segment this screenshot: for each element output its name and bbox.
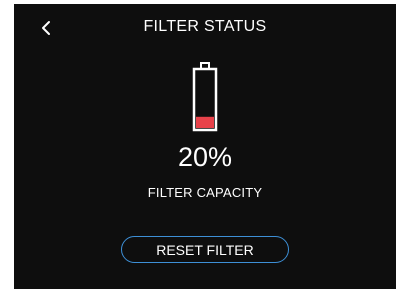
filter-status-screen: FILTER STATUS 20% FILTER CAPACITY RESET … (14, 4, 396, 289)
capacity-caption: FILTER CAPACITY (147, 185, 263, 200)
battery-icon (192, 62, 218, 132)
page-title: FILTER STATUS (143, 18, 267, 35)
capacity-percent: 20% (177, 142, 233, 172)
reset-filter-button[interactable]: RESET FILTER (121, 236, 289, 263)
battery-level-fill (196, 116, 214, 128)
reset-filter-label: RESET FILTER (156, 241, 254, 258)
